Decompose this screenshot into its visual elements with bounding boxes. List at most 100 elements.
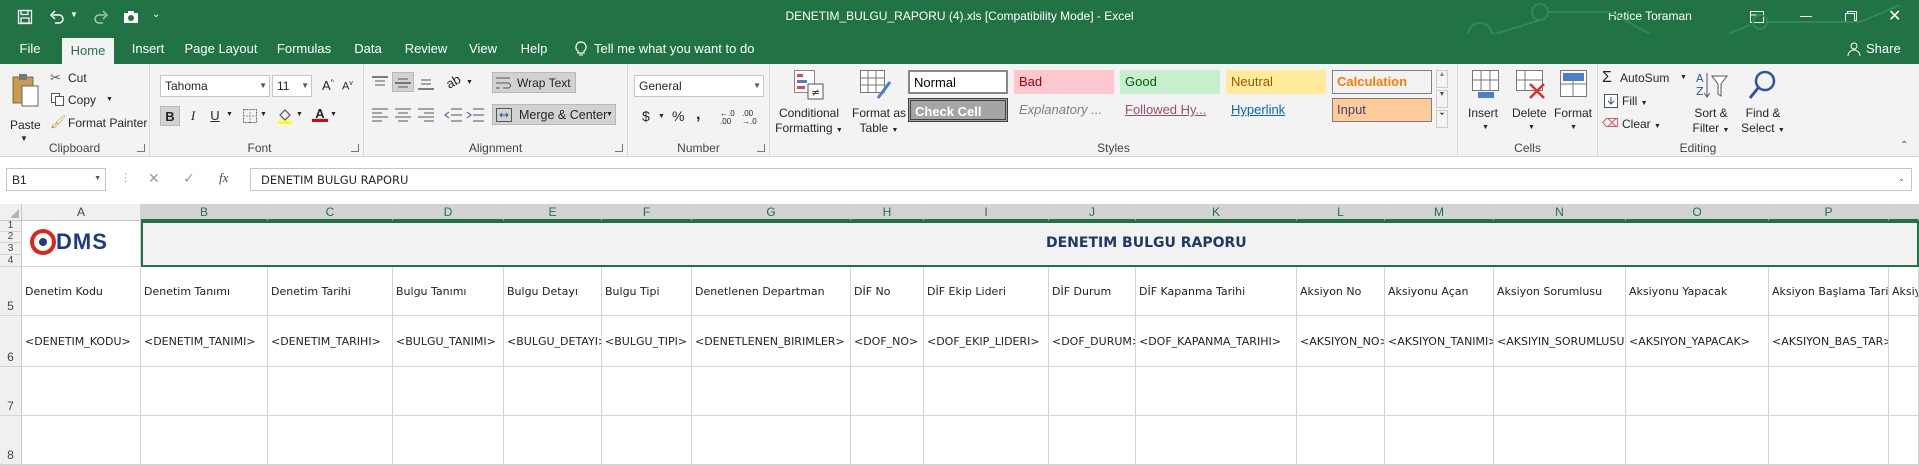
header-denetim-tarihi[interactable]: Denetim Tarihi [268, 267, 393, 316]
gallery-more-icon[interactable]: ⏷ [1436, 110, 1448, 128]
data-denetim-tarihi[interactable]: <DENETIM_TARIHI> [268, 316, 393, 367]
number-format-combo[interactable]: General ▼ [634, 75, 764, 97]
conditional-formatting-button[interactable]: Conditional Formatting ▼ [774, 106, 844, 138]
empty-cell[interactable] [1769, 367, 1889, 416]
empty-cell[interactable] [1297, 367, 1385, 416]
font-color-dropdown-icon[interactable]: ▼ [330, 111, 337, 118]
formula-input[interactable]: DENETIM BULGU RAPORU ⌄ [250, 168, 1912, 191]
empty-cell[interactable] [1889, 367, 1919, 416]
empty-cell[interactable] [1494, 416, 1626, 465]
column-header-j[interactable]: J [1049, 204, 1136, 221]
data-aksiyon-no[interactable]: <AKSIYON_NO> [1297, 316, 1385, 367]
data-aksiyon-tanimi[interactable]: <AKSIYON_TANIMI> [1385, 316, 1494, 367]
data-aksiyon-bas-tar[interactable]: <AKSIYON_BAS_TAR> [1769, 316, 1889, 367]
data-dof-durum[interactable]: <DOF_DURUM> [1049, 316, 1136, 367]
empty-cell[interactable] [1136, 367, 1297, 416]
empty-cell[interactable] [602, 416, 692, 465]
logo-cell[interactable]: DMS [22, 221, 141, 267]
header-aksiyon-baslama-tarihi[interactable]: Aksiyon Başlama Tarihi [1769, 267, 1889, 316]
column-header-k[interactable]: K [1136, 204, 1297, 221]
empty-cell[interactable] [1385, 367, 1494, 416]
empty-cell[interactable] [851, 367, 924, 416]
header-bulgu-detayi[interactable]: Bulgu Detayı [504, 267, 602, 316]
number-launcher-icon[interactable] [757, 144, 765, 152]
empty-cell[interactable] [22, 367, 141, 416]
empty-cell[interactable] [1136, 416, 1297, 465]
paste-icon[interactable] [8, 70, 42, 110]
tab-home[interactable]: Home [62, 38, 114, 64]
copy-dropdown-icon[interactable]: ▼ [106, 96, 113, 103]
row-header-7[interactable]: 7 [0, 367, 22, 416]
column-header-q[interactable] [1889, 204, 1919, 221]
column-header-b[interactable]: B [141, 204, 268, 221]
row-header-5[interactable]: 5 [0, 267, 22, 316]
empty-cell[interactable] [393, 367, 504, 416]
collapse-ribbon-icon[interactable]: ⌃ [1900, 140, 1908, 151]
header-aksiyonu-acan[interactable]: Aksiyonu Açan [1385, 267, 1494, 316]
style-normal[interactable]: Normal [908, 70, 1008, 94]
delete-cells-button[interactable]: Delete [1512, 106, 1547, 120]
decrease-decimal-button[interactable]: .00 →.0 [742, 110, 757, 126]
currency-dropdown-icon[interactable]: ▼ [658, 113, 665, 120]
autosum-dropdown-icon[interactable]: ▼ [1680, 74, 1687, 81]
header-dif-durum[interactable]: DİF Durum [1049, 267, 1136, 316]
header-bulgu-tipi[interactable]: Bulgu Tipi [602, 267, 692, 316]
tab-formulas[interactable]: Formulas [275, 34, 333, 64]
empty-cell[interactable] [504, 416, 602, 465]
font-launcher-icon[interactable] [351, 144, 359, 152]
share-icon[interactable] [1846, 41, 1862, 57]
fill-color-dropdown-icon[interactable]: ▼ [296, 111, 303, 118]
empty-cell[interactable] [1769, 416, 1889, 465]
column-header-h[interactable]: H [851, 204, 924, 221]
empty-cell[interactable] [851, 416, 924, 465]
data-denetim-tanimi[interactable]: <DENETIM_TANIMI> [141, 316, 268, 367]
data-bulgu-detayi[interactable]: <BULGU_DETAYI> [504, 316, 602, 367]
fill-button[interactable]: Fill ▼ [1622, 94, 1648, 108]
column-header-o[interactable]: O [1626, 204, 1769, 221]
column-header-n[interactable]: N [1494, 204, 1626, 221]
row-header-3[interactable]: 3 [0, 243, 22, 255]
insert-function-button[interactable]: fx [219, 170, 228, 186]
empty-cell[interactable] [141, 367, 268, 416]
data-denetlenen-birimler[interactable]: <DENETLENEN_BIRIMLER> [692, 316, 851, 367]
currency-button[interactable]: $ [642, 108, 650, 124]
orientation-icon[interactable]: ab [443, 71, 463, 91]
data-bulgu-tipi[interactable]: <BULGU_TIPI> [602, 316, 692, 367]
style-input[interactable]: Input [1332, 98, 1432, 122]
empty-cell[interactable] [393, 416, 504, 465]
format-dropdown-icon[interactable]: ▼ [1570, 124, 1577, 131]
header-dif-no[interactable]: DİF No [851, 267, 924, 316]
merge-dropdown-icon[interactable]: ▼ [606, 111, 613, 118]
underline-dropdown-icon[interactable]: ▼ [226, 111, 233, 118]
empty-cell[interactable] [268, 367, 393, 416]
column-header-i[interactable]: I [924, 204, 1049, 221]
sort-filter-button[interactable]: Sort & Filter ▼ [1686, 106, 1736, 138]
copy-button[interactable]: Copy [68, 93, 96, 107]
style-neutral[interactable]: Neutral [1226, 70, 1326, 94]
style-check-cell[interactable]: Check Cell [908, 98, 1008, 122]
column-header-d[interactable]: D [393, 204, 504, 221]
borders-dropdown-icon[interactable]: ▼ [260, 111, 267, 118]
increase-indent-icon[interactable] [466, 108, 484, 122]
cancel-icon[interactable]: ✕ [148, 170, 160, 187]
header-denetlenen-departman[interactable]: Denetlenen Departman [692, 267, 851, 316]
tab-page-layout[interactable]: Page Layout [183, 34, 259, 64]
column-header-l[interactable]: L [1297, 204, 1385, 221]
insert-cells-button[interactable]: Insert [1468, 106, 1498, 120]
column-header-c[interactable]: C [268, 204, 393, 221]
empty-cell[interactable] [924, 416, 1049, 465]
row-header-4[interactable]: 4 [0, 255, 22, 267]
tab-review[interactable]: Review [400, 34, 452, 64]
header-aksiyon-cut[interactable]: Aksiyo [1889, 267, 1919, 316]
gallery-scroll-up-icon[interactable]: ▲ [1436, 70, 1448, 88]
header-aksiyonu-yapacak[interactable]: Aksiyonu Yapacak [1626, 267, 1769, 316]
report-title-cell[interactable]: DENETIM BULGU RAPORU [141, 221, 1919, 267]
data-cut[interactable] [1889, 316, 1919, 367]
header-dif-kapanma-tarihi[interactable]: DİF Kapanma Tarihi [1136, 267, 1297, 316]
orientation-dropdown-icon[interactable]: ▼ [466, 79, 473, 86]
worksheet-grid[interactable]: A B C D E F G H I J K L M N O P 1 2 3 4 … [0, 204, 1919, 465]
empty-cell[interactable] [924, 367, 1049, 416]
data-dof-kapanma-tarihi[interactable]: <DOF_KAPANMA_TARIHI> [1136, 316, 1297, 367]
cut-button[interactable]: Cut [68, 71, 87, 85]
header-dif-ekip-lideri[interactable]: DİF Ekip Lideri [924, 267, 1049, 316]
